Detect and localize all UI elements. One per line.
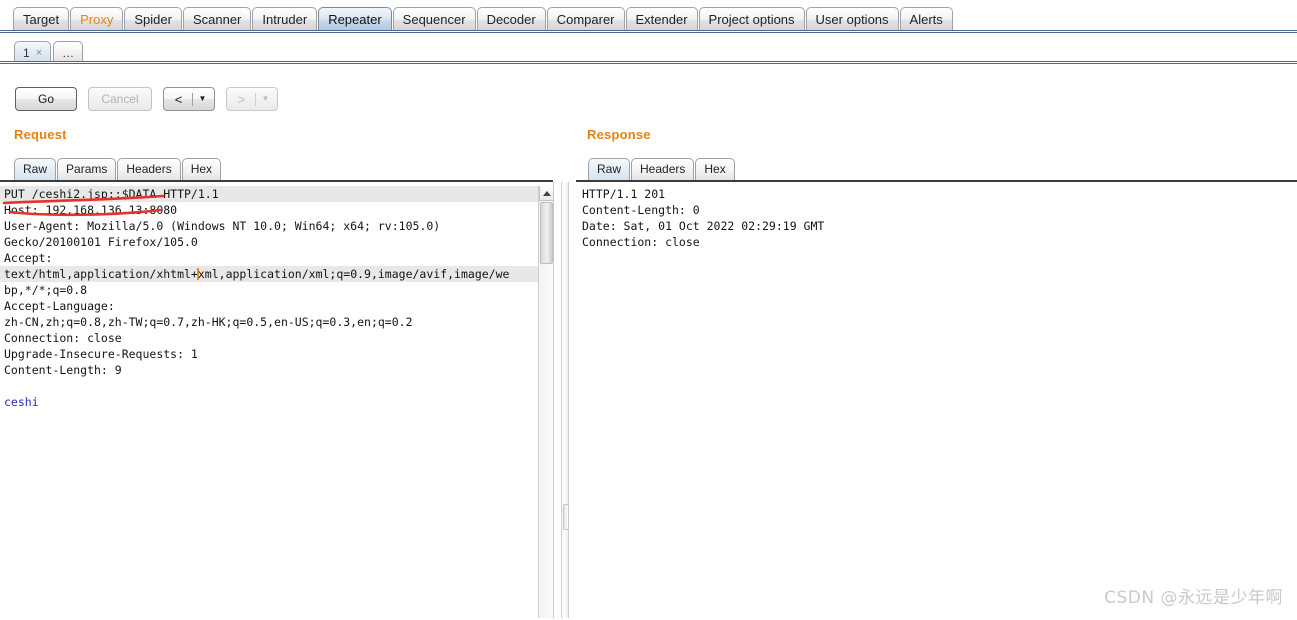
response-raw-editor[interactable]: HTTP/1.1 201 Content-Length: 0 Date: Sat, … xyxy=(578,186,1297,618)
request-line: PUT /ceshi2.jsp::$DATA HTTP/1.1 xyxy=(0,186,538,202)
response-tab-headers[interactable]: Headers xyxy=(631,158,695,181)
splitter-grip[interactable] xyxy=(563,504,569,530)
response-panel-title: Response xyxy=(587,127,651,142)
main-tab-bar: Target Proxy Spider Scanner Intruder Repeater… xyxy=(0,0,1297,32)
forward-button-separator xyxy=(254,92,256,106)
main-tab-sequencer[interactable]: Sequencer xyxy=(392,7,476,32)
main-tab-extender[interactable]: Extender xyxy=(625,7,698,32)
scrollbar-thumb[interactable] xyxy=(540,202,553,264)
response-line: HTTP/1.1 201 xyxy=(582,187,666,201)
main-tab-target[interactable]: Target xyxy=(13,7,70,32)
request-line: bp,*/*;q=0.8 xyxy=(4,283,88,297)
request-panel-title: Request xyxy=(14,127,67,142)
request-tab-bar: Raw Params Headers Hex xyxy=(14,156,222,181)
repeater-tab-bar: 1 ×… xyxy=(0,36,1297,63)
main-tab-user-options[interactable]: User options xyxy=(805,7,899,32)
repeater-tab-label: 1 xyxy=(23,45,30,60)
request-line xyxy=(0,378,538,394)
chevron-down-icon: ▼ xyxy=(198,94,207,103)
forward-button[interactable]: > ▼ xyxy=(226,87,278,111)
request-line: Content-Length: 9 xyxy=(4,363,122,377)
repeater-toolbar: Go Cancel < ▼ > ▼ xyxy=(0,82,1297,116)
request-tab-headers[interactable]: Headers xyxy=(117,158,181,181)
panel-splitter[interactable] xyxy=(561,182,569,618)
request-tab-rule xyxy=(0,180,553,182)
request-line: Accept-Language: xyxy=(4,299,115,313)
main-tab-repeater[interactable]: Repeater xyxy=(318,7,392,32)
request-tab-hex[interactable]: Hex xyxy=(181,158,222,181)
close-icon[interactable]: × xyxy=(36,43,42,63)
request-panel-right-edge xyxy=(553,182,554,618)
back-arrow-icon: < xyxy=(174,91,183,107)
chevron-down-icon: ▼ xyxy=(261,94,270,103)
main-tab-alerts[interactable]: Alerts xyxy=(899,7,953,32)
request-line: User-Agent: Mozilla/5.0 (Windows NT 10.0… xyxy=(4,219,441,233)
main-tab-decoder[interactable]: Decoder xyxy=(476,7,546,32)
main-tab-scanner[interactable]: Scanner xyxy=(182,7,252,32)
response-tab-hex[interactable]: Hex xyxy=(695,158,735,181)
response-line: Date: Sat, 01 Oct 2022 02:29:19 GMT xyxy=(582,219,825,233)
main-tab-project-options[interactable]: Project options xyxy=(698,7,805,32)
request-line: text/html,application/xhtml+xml,applicat… xyxy=(0,266,538,282)
repeater-tab-bar-rule xyxy=(0,61,1297,64)
cancel-button[interactable]: Cancel xyxy=(88,87,152,111)
request-line: Connection: close xyxy=(4,331,122,345)
request-line: Host: 192.168.136.13:8080 xyxy=(4,203,178,217)
go-button-label: Go xyxy=(37,92,54,106)
request-line: Accept: xyxy=(4,251,53,265)
request-line: Gecko/20100101 Firefox/105.0 xyxy=(4,235,198,249)
text-caret xyxy=(196,268,199,280)
repeater-tab-more[interactable]: … xyxy=(53,41,84,63)
main-tab-intruder[interactable]: Intruder xyxy=(252,7,318,32)
cancel-button-label: Cancel xyxy=(101,92,139,106)
request-raw-editor[interactable]: PUT /ceshi2.jsp::$DATA HTTP/1.1 Host: 192… xyxy=(0,186,538,618)
go-button[interactable]: Go xyxy=(15,87,77,111)
csdn-watermark: CSDN @永远是少年啊 xyxy=(1104,588,1283,608)
request-line: ceshi xyxy=(4,395,39,409)
response-line: Content-Length: 0 xyxy=(582,203,700,217)
main-tab-comparer[interactable]: Comparer xyxy=(546,7,625,32)
back-button[interactable]: < ▼ xyxy=(163,87,215,111)
response-tab-rule xyxy=(576,180,1297,182)
burp-suite-window: Target Proxy Spider Scanner Intruder Repeater… xyxy=(0,0,1297,620)
request-tab-params[interactable]: Params xyxy=(57,158,117,181)
forward-arrow-icon: > xyxy=(237,91,246,107)
response-tab-bar: Raw Headers Hex xyxy=(588,156,735,181)
main-tab-proxy[interactable]: Proxy xyxy=(70,7,124,32)
request-tab-raw[interactable]: Raw xyxy=(14,158,57,181)
main-tab-spider[interactable]: Spider xyxy=(124,7,182,32)
back-button-separator xyxy=(191,92,193,106)
scroll-up-arrow-icon[interactable] xyxy=(539,186,554,201)
main-tab-bar-rule xyxy=(0,30,1297,33)
request-line: zh-CN,zh;q=0.8,zh-TW;q=0.7,zh-HK;q=0.5,e… xyxy=(4,315,413,329)
request-vertical-scrollbar[interactable] xyxy=(538,186,554,618)
repeater-tab-label: … xyxy=(62,45,75,60)
response-tab-raw[interactable]: Raw xyxy=(588,158,631,181)
response-line: Connection: close xyxy=(582,235,700,249)
repeater-tab-1[interactable]: 1 × xyxy=(14,41,52,63)
request-line: Upgrade-Insecure-Requests: 1 xyxy=(4,347,198,361)
